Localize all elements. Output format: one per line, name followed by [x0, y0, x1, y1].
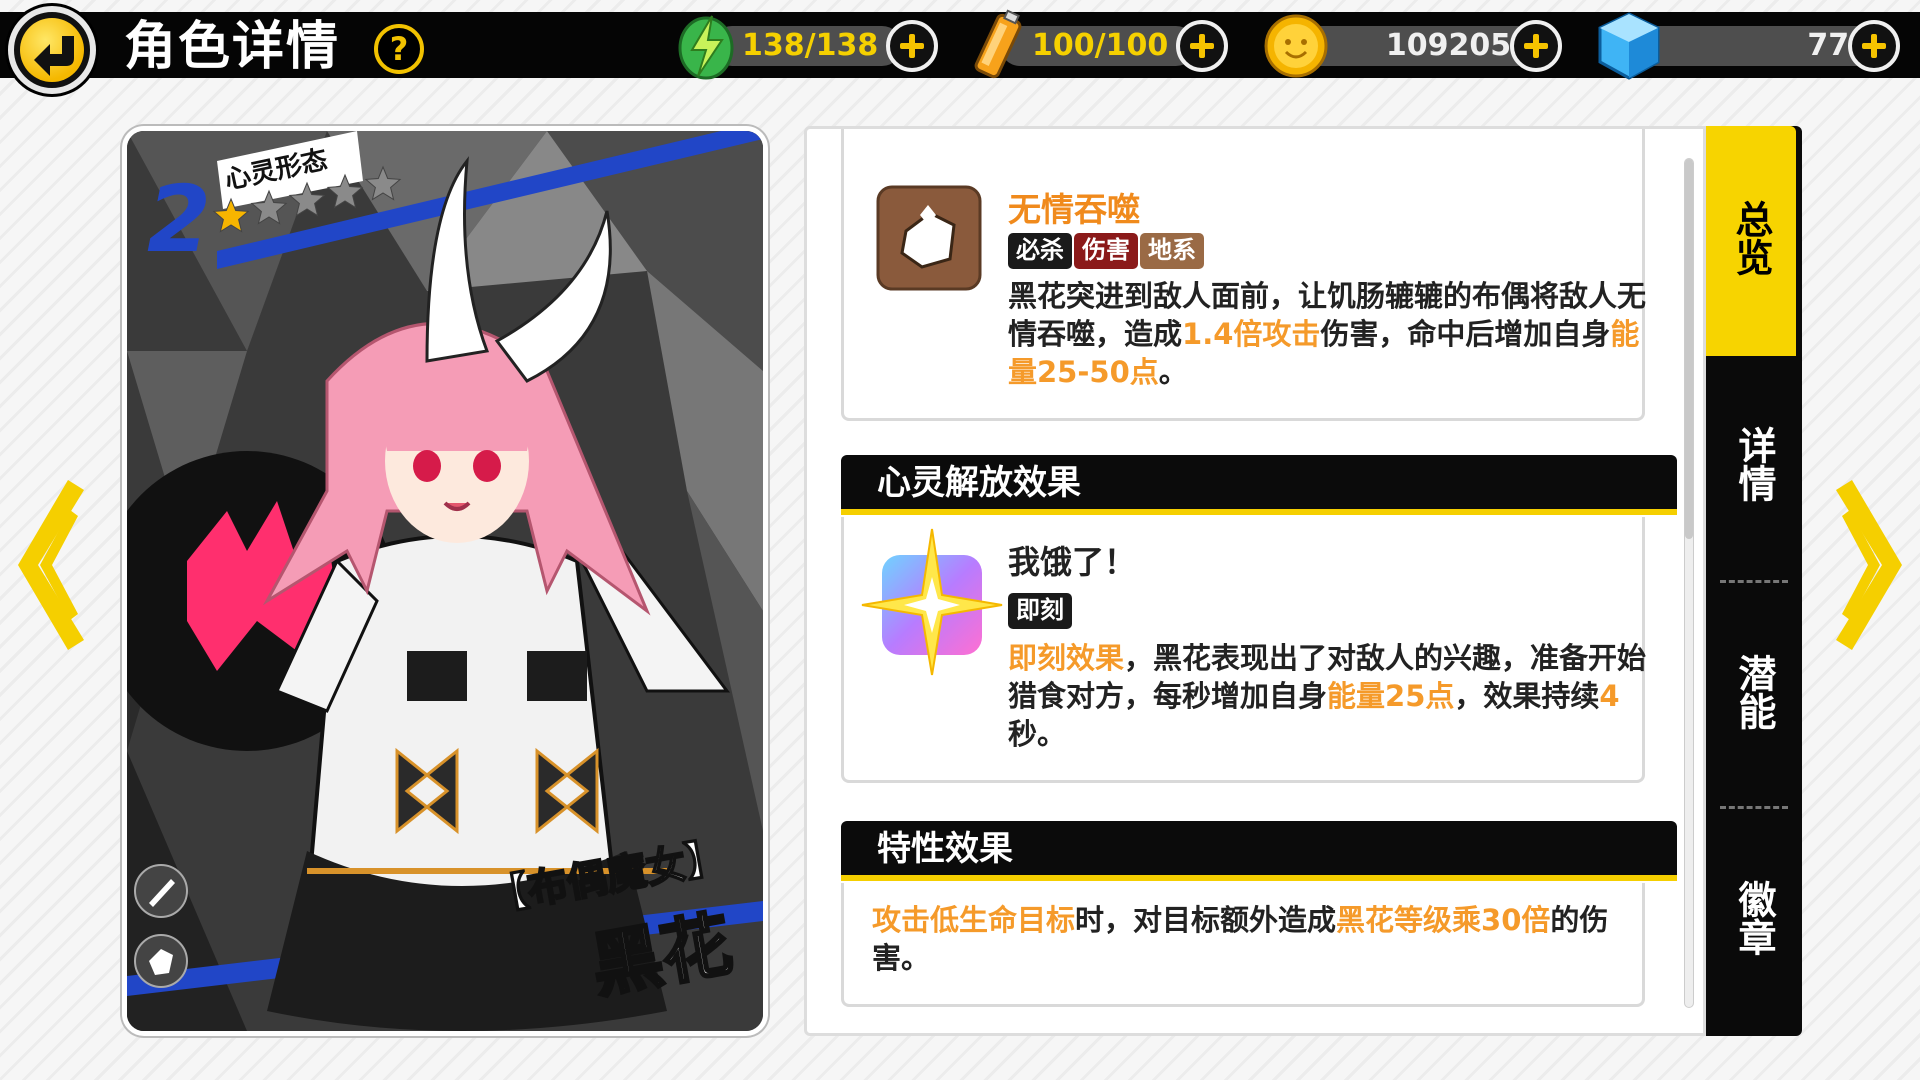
coin-icon: [1264, 14, 1328, 78]
panel-scrollbar[interactable]: [1684, 158, 1694, 1008]
energy-add-button[interactable]: [1176, 20, 1228, 72]
description-text: ，效果持续: [1454, 679, 1600, 713]
tab-potential-label: 潜能: [1732, 654, 1776, 730]
trait-effect-box: 攻击低生命目标时，对目标额外造成黑花等级乘30倍的伤害。: [841, 883, 1645, 1007]
next-character-arrow-icon[interactable]: [1836, 480, 1902, 650]
gold-resource: 1092052: [1262, 14, 1570, 78]
skill-name: 无情吞噬: [1008, 190, 1140, 229]
release-effect-box: 我饿了！ 即刻 即刻效果，黑花表现出了对敌人的兴趣，准备开始猎食对方，每秒增加自…: [841, 517, 1648, 783]
stamina-resource: 138/138: [676, 15, 942, 80]
trait-effect-header: 特性效果: [841, 821, 1677, 881]
help-button[interactable]: ?: [374, 24, 424, 74]
highlight-text: 1.4倍攻击: [1182, 317, 1321, 351]
trait-description: 攻击低生命目标时，对目标额外造成黑花等级乘30倍的伤害。: [872, 901, 1632, 977]
tab-overview-label: 总览: [1729, 200, 1773, 276]
skill-description: 黑花突进到敌人面前，让饥肠辘辘的布偶将敌人无情吞噬，造成1.4倍攻击伤害，命中后…: [1008, 277, 1648, 391]
skill-tag: 必杀: [1008, 233, 1072, 269]
skill-box: 无情吞噬 必杀 伤害 地系 黑花突进到敌人面前，让饥肠辘辘的布偶将敌人无情吞噬，造成…: [841, 129, 1648, 421]
description-text: 黑花突进到敌人面前，让饥肠辘辘的布偶将敌人: [1008, 279, 1618, 313]
side-tabs: 总览 详情 潜能 徽章: [1706, 126, 1802, 1036]
release-tag: 即刻: [1008, 593, 1072, 629]
previous-character-arrow-icon[interactable]: [18, 480, 84, 650]
devour-skill-icon: [876, 185, 982, 291]
character-card[interactable]: 2 心灵形态 【布偶魔女】 黑花: [122, 126, 768, 1036]
description-text: 秒。: [1008, 717, 1067, 751]
skill-tag: 地系: [1140, 233, 1204, 269]
sparkle-skill-icon: [861, 528, 1003, 676]
tab-details-label: 详情: [1732, 426, 1776, 502]
gem-add-button[interactable]: [1848, 20, 1900, 72]
battery-icon: [974, 9, 1022, 79]
highlight-text: 能量25点: [1327, 679, 1455, 713]
tab-badges-label: 徽章: [1732, 880, 1776, 956]
back-icon: [20, 18, 84, 82]
highlight-text: 攻击低生命目标: [872, 903, 1076, 937]
detail-panel[interactable]: 无情吞噬 必杀 伤害 地系 黑花突进到敌人面前，让饥肠辘辘的布偶将敌人无情吞噬，造成…: [804, 126, 1706, 1036]
tab-details[interactable]: 详情: [1706, 426, 1802, 566]
gold-add-button[interactable]: [1510, 20, 1562, 72]
release-effect-header: 心灵解放效果: [841, 455, 1677, 515]
top-bar: 角色详情 ? 138/138 100/100 1092052 776: [0, 0, 1920, 96]
release-description: 即刻效果，黑花表现出了对敌人的兴趣，准备开始猎食对方，每秒增加自身能量25点，效…: [1008, 639, 1648, 753]
lightning-icon: [678, 15, 734, 80]
tab-potential[interactable]: 潜能: [1706, 654, 1802, 794]
stamina-value: 138/138: [742, 28, 879, 63]
form-level: 2: [147, 166, 211, 273]
description-text: 伤害，命中后增加自身: [1320, 317, 1611, 351]
gem-cube-icon: [1598, 12, 1660, 80]
highlight-text: 即刻效果: [1008, 641, 1125, 675]
skill-tag: 伤害: [1074, 233, 1138, 269]
highlight-text: 4: [1599, 679, 1620, 713]
page-title: 角色详情: [124, 17, 341, 77]
energy-resource: 100/100: [970, 9, 1238, 79]
tab-overview[interactable]: 总览: [1706, 126, 1796, 356]
description-text: 时，对目标额外造成: [1075, 903, 1337, 937]
character-portrait: 2 心灵形态 【布偶魔女】 黑花: [127, 131, 763, 1031]
gem-resource: 776: [1596, 12, 1906, 80]
scrollbar-thumb[interactable]: [1685, 159, 1693, 539]
tab-divider: [1720, 806, 1788, 809]
back-button[interactable]: [8, 6, 96, 94]
release-name: 我饿了！: [1008, 543, 1137, 581]
highlight-text: 黑花等级乘30倍: [1336, 903, 1551, 937]
tab-divider: [1720, 580, 1788, 583]
energy-value: 100/100: [1032, 28, 1169, 63]
description-text: 。: [1158, 355, 1188, 389]
tab-badges[interactable]: 徽章: [1706, 880, 1802, 1020]
stamina-add-button[interactable]: [886, 20, 938, 72]
